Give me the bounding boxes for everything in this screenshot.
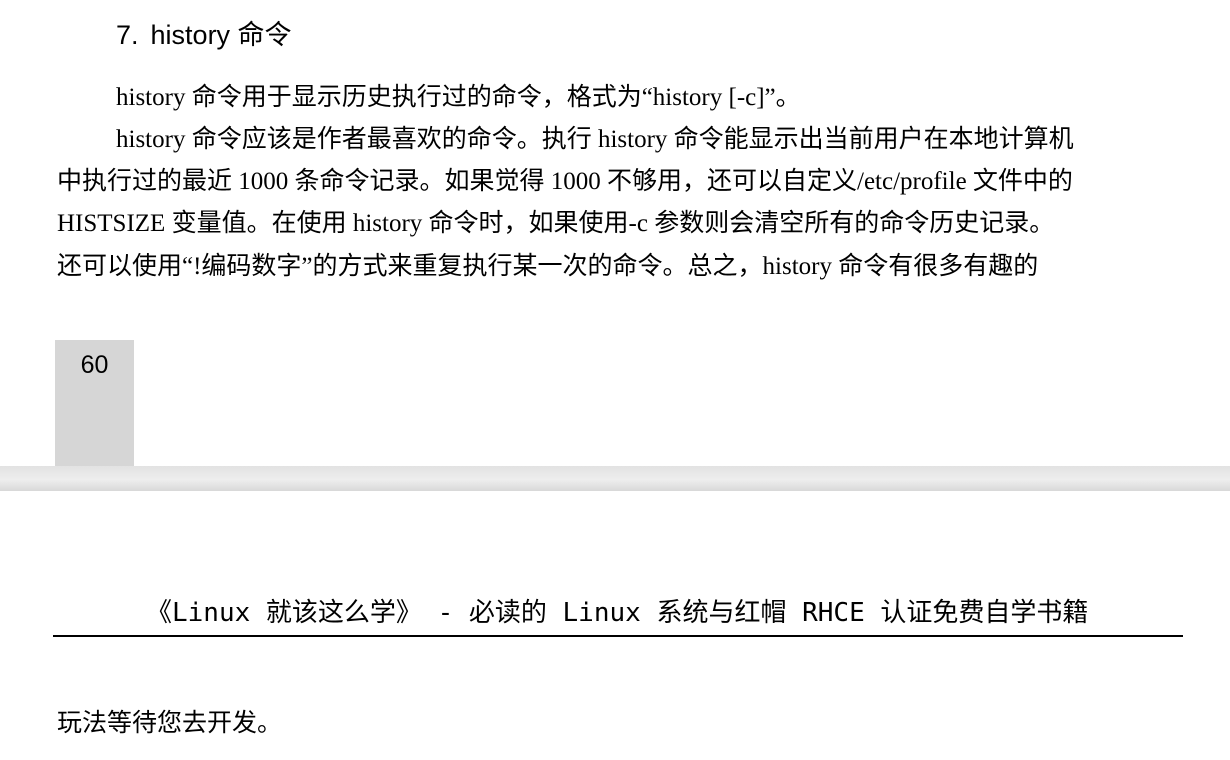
paragraph-line: 还可以使用“!编码数字”的方式来重复执行某一次的命令。总之，history 命令…: [57, 253, 1039, 280]
page-top: 7. history 命令 history 命令用于显示历史执行过的命令，格式为“…: [0, 0, 1230, 466]
section-title: history 命令: [150, 20, 292, 50]
page-separator: [0, 466, 1230, 491]
page-bottom: 《Linux 就该这么学》 - 必读的 Linux 系统与红帽 RHCE 认证免…: [0, 491, 1230, 760]
paragraph-line: HISTSIZE 变量值。在使用 history 命令时，如果使用-c 参数则会…: [57, 210, 1055, 237]
page-number: 60: [80, 351, 109, 379]
continuation-line: 玩法等待您去开发。: [57, 710, 283, 737]
section-number: 7.: [116, 20, 139, 50]
section-heading: 7. history 命令: [116, 18, 292, 52]
paragraph-line: history 命令用于显示历史执行过的命令，格式为“history [-c]”…: [116, 84, 801, 111]
paragraph-line: history 命令应该是作者最喜欢的命令。执行 history 命令能显示出当…: [116, 126, 1074, 153]
header-rule: [53, 635, 1183, 637]
paragraph-line: 中执行过的最近 1000 条命令记录。如果觉得 1000 不够用，还可以自定义/…: [57, 168, 1073, 195]
page-number-tab: 60: [55, 340, 134, 466]
running-header: 《Linux 就该这么学》 - 必读的 Linux 系统与红帽 RHCE 认证免…: [146, 598, 1089, 628]
